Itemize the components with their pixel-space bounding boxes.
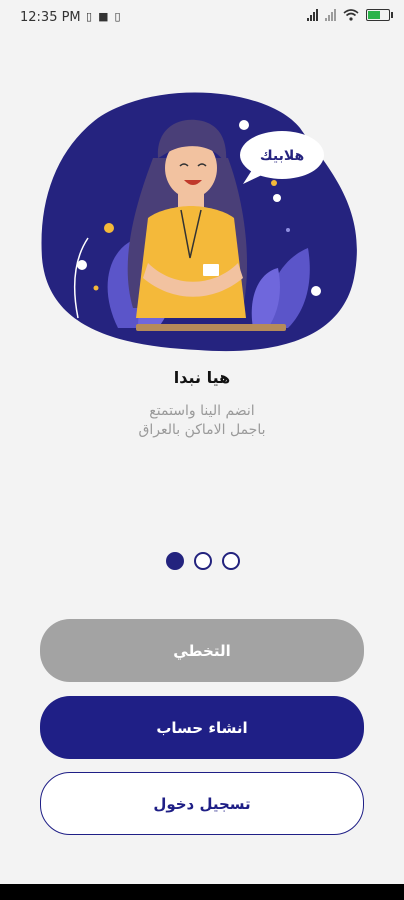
status-left-icons: ▯ ■ ▯ bbox=[86, 10, 121, 23]
status-right-icons bbox=[307, 9, 393, 21]
sim-icon: ▯ bbox=[86, 10, 93, 23]
status-time: 12:35 PM bbox=[20, 10, 81, 25]
create-account-button[interactable]: انشاء حساب bbox=[40, 696, 364, 759]
page-indicator bbox=[166, 552, 240, 570]
sim-icon: ▯ bbox=[114, 10, 121, 23]
subtitle-line-1: انضم الينا واستمتع bbox=[149, 403, 255, 419]
page-dot[interactable] bbox=[166, 552, 184, 570]
onboarding-subtitle: انضم الينا واستمتع باجمل الاماكن بالعراق bbox=[0, 402, 404, 440]
login-button[interactable]: تسجيل دخول bbox=[40, 772, 364, 835]
signal-icon bbox=[307, 9, 318, 21]
speech-bubble-text: هلابيك bbox=[260, 148, 304, 164]
onboarding-title: هيا نبدا bbox=[173, 368, 231, 387]
page-dot[interactable] bbox=[222, 552, 240, 570]
subtitle-line-2: باجمل الاماكن بالعراق bbox=[138, 422, 266, 438]
skip-button[interactable]: التخطي bbox=[40, 619, 364, 682]
signal-icon bbox=[325, 9, 336, 21]
hero-illustration: هلابيك bbox=[41, 92, 357, 352]
battery-icon bbox=[366, 9, 393, 21]
page-dot[interactable] bbox=[194, 552, 212, 570]
wifi-icon bbox=[343, 9, 359, 21]
status-bar: 12:35 PM ▯ ■ ▯ bbox=[0, 0, 404, 34]
system-nav-bar bbox=[0, 884, 404, 900]
notification-icon: ■ bbox=[98, 10, 109, 23]
